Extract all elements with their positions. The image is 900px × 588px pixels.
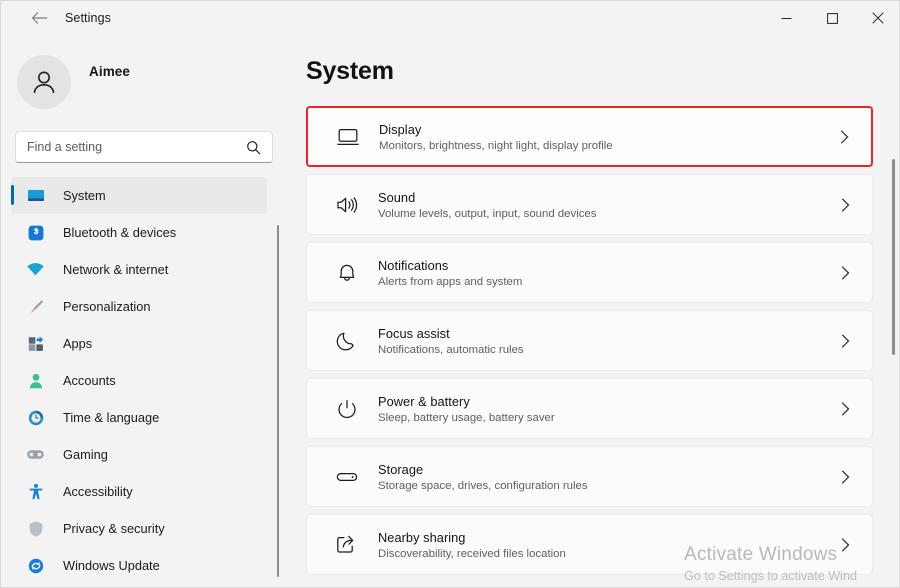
chevron-right-icon	[841, 197, 850, 212]
wifi-icon	[25, 259, 46, 280]
settings-card-notifications[interactable]: Notifications Alerts from apps and syste…	[306, 242, 873, 303]
main-content: System Display Monitors, brightness, nig…	[289, 35, 899, 587]
sidebar-item-accounts[interactable]: Accounts	[11, 362, 267, 399]
sidebar-item-bluetooth-devices[interactable]: Bluetooth & devices	[11, 214, 267, 251]
card-subtitle: Sleep, battery usage, battery saver	[378, 411, 555, 424]
card-subtitle: Notifications, automatic rules	[378, 343, 524, 356]
speaker-icon	[333, 191, 361, 219]
card-title: Focus assist	[378, 325, 450, 341]
maximize-icon	[826, 12, 838, 24]
card-title: Sound	[378, 189, 416, 205]
app-title: Settings	[65, 11, 111, 25]
profile-subtitle	[89, 91, 130, 101]
power-icon	[333, 395, 361, 423]
search-box[interactable]	[15, 131, 273, 163]
minimize-button[interactable]	[763, 1, 809, 35]
paintbrush-icon	[25, 296, 46, 317]
settings-card-storage[interactable]: Storage Storage space, drives, configura…	[306, 446, 873, 507]
settings-card-focus-assist[interactable]: Focus assist Notifications, automatic ru…	[306, 310, 873, 371]
settings-card-sound[interactable]: Sound Volume levels, output, input, soun…	[306, 174, 873, 235]
sidebar-item-label: Gaming	[63, 447, 108, 462]
avatar	[17, 55, 71, 109]
sidebar-item-system[interactable]: System	[11, 177, 267, 214]
arrow-left-icon	[31, 11, 48, 25]
chevron-right-icon	[841, 401, 850, 416]
monitor-icon	[25, 185, 46, 206]
settings-card-display[interactable]: Display Monitors, brightness, night ligh…	[306, 106, 873, 167]
bluetooth-icon	[25, 222, 46, 243]
sidebar-item-gaming[interactable]: Gaming	[11, 436, 267, 473]
bell-icon	[333, 259, 361, 287]
sidebar-nav: System Bluetooth & devices Network & int…	[1, 177, 289, 581]
sidebar-item-label: Apps	[63, 336, 93, 351]
search-input[interactable]	[16, 140, 246, 154]
sidebar-scrollbar[interactable]	[277, 225, 279, 577]
chevron-right-icon	[841, 333, 850, 348]
card-title: Notifications	[378, 257, 449, 273]
settings-card-nearby-sharing[interactable]: Nearby sharing Discoverability, received…	[306, 514, 873, 575]
search-icon[interactable]	[246, 140, 272, 155]
sidebar-item-label: Windows Update	[63, 558, 160, 573]
close-icon	[872, 12, 884, 24]
share-icon	[333, 531, 361, 559]
sidebar-item-personalization[interactable]: Personalization	[11, 288, 267, 325]
moon-icon	[333, 327, 361, 355]
gamepad-icon	[25, 444, 46, 465]
settings-card-list: Display Monitors, brightness, night ligh…	[306, 106, 873, 575]
sidebar-item-label: Bluetooth & devices	[63, 225, 177, 240]
title-bar: Settings	[1, 1, 899, 35]
accessibility-icon	[25, 481, 46, 502]
sidebar-item-apps[interactable]: Apps	[11, 325, 267, 362]
minimize-icon	[781, 13, 792, 24]
page-title: System	[306, 57, 394, 85]
back-button[interactable]	[23, 5, 55, 31]
card-title: Power & battery	[378, 393, 470, 409]
chevron-right-icon	[841, 469, 850, 484]
drive-icon	[333, 463, 361, 491]
card-title: Nearby sharing	[378, 529, 466, 545]
card-subtitle: Monitors, brightness, night light, displ…	[379, 139, 613, 152]
card-subtitle: Discoverability, received files location	[378, 547, 566, 560]
settings-card-power-battery[interactable]: Power & battery Sleep, battery usage, ba…	[306, 378, 873, 439]
sidebar-item-accessibility[interactable]: Accessibility	[11, 473, 267, 510]
settings-window: Settings Aimee Find a setting System Blu…	[0, 0, 900, 588]
card-title: Storage	[378, 461, 424, 477]
card-subtitle: Storage space, drives, configuration rul…	[378, 479, 588, 492]
person-icon	[29, 67, 59, 97]
main-scrollbar[interactable]	[892, 159, 895, 355]
sidebar-item-label: Network & internet	[63, 262, 169, 277]
sidebar: Aimee System	[1, 35, 289, 587]
window-controls	[763, 1, 899, 35]
sidebar-item-label: System	[63, 188, 106, 203]
chevron-right-icon	[840, 129, 849, 144]
card-title: Display	[379, 121, 422, 137]
sidebar-item-windows-update[interactable]: Windows Update	[11, 547, 267, 584]
sidebar-item-label: Personalization	[63, 299, 151, 314]
close-button[interactable]	[855, 1, 899, 35]
account-icon	[25, 370, 46, 391]
sidebar-item-label: Accessibility	[63, 484, 133, 499]
card-subtitle: Volume levels, output, input, sound devi…	[378, 207, 597, 220]
sidebar-item-privacy-security[interactable]: Privacy & security	[11, 510, 267, 547]
shield-icon	[25, 518, 46, 539]
chevron-right-icon	[841, 265, 850, 280]
chevron-right-icon	[841, 537, 850, 552]
sidebar-item-label: Accounts	[63, 373, 116, 388]
profile-name: Aimee	[89, 63, 131, 79]
card-subtitle: Alerts from apps and system	[378, 275, 523, 288]
sidebar-item-network-internet[interactable]: Network & internet	[11, 251, 267, 288]
profile-section[interactable]: Aimee	[17, 53, 289, 111]
sidebar-item-label: Privacy & security	[63, 521, 165, 536]
sidebar-item-label: Time & language	[63, 410, 160, 425]
clock-icon	[25, 407, 46, 428]
display-icon	[334, 123, 362, 151]
maximize-button[interactable]	[809, 1, 855, 35]
apps-icon	[25, 333, 46, 354]
update-icon	[25, 555, 46, 576]
sidebar-item-time-language[interactable]: Time & language	[11, 399, 267, 436]
